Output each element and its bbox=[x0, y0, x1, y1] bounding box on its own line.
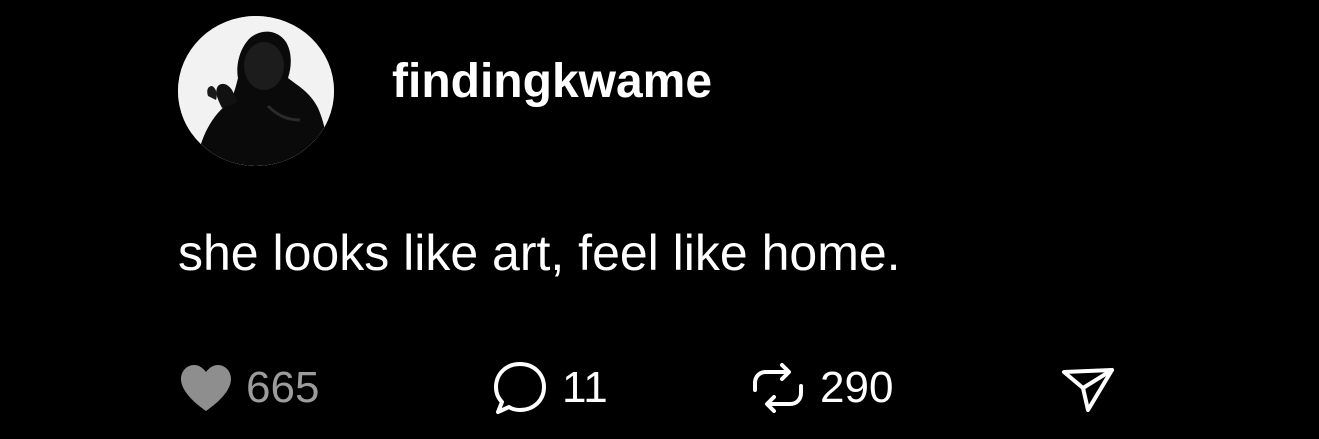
like-count: 665 bbox=[246, 363, 320, 412]
post-card: findingkwame she looks like art, feel li… bbox=[0, 0, 1319, 439]
share-button[interactable] bbox=[1058, 358, 1118, 418]
avatar[interactable] bbox=[178, 16, 334, 166]
comment-icon bbox=[494, 362, 546, 414]
reply-count: 11 bbox=[562, 363, 608, 412]
repost-icon bbox=[753, 363, 803, 413]
send-icon bbox=[1062, 368, 1114, 412]
repost-count: 290 bbox=[820, 363, 894, 412]
heart-icon bbox=[181, 365, 231, 411]
reply-button[interactable]: 11 bbox=[490, 358, 608, 418]
like-button[interactable]: 665 bbox=[178, 358, 319, 418]
username[interactable]: findingkwame bbox=[392, 58, 712, 106]
post-text: she looks like art, feel like home. bbox=[178, 225, 901, 281]
repost-button[interactable]: 290 bbox=[748, 358, 893, 418]
avatar-image bbox=[178, 16, 334, 166]
